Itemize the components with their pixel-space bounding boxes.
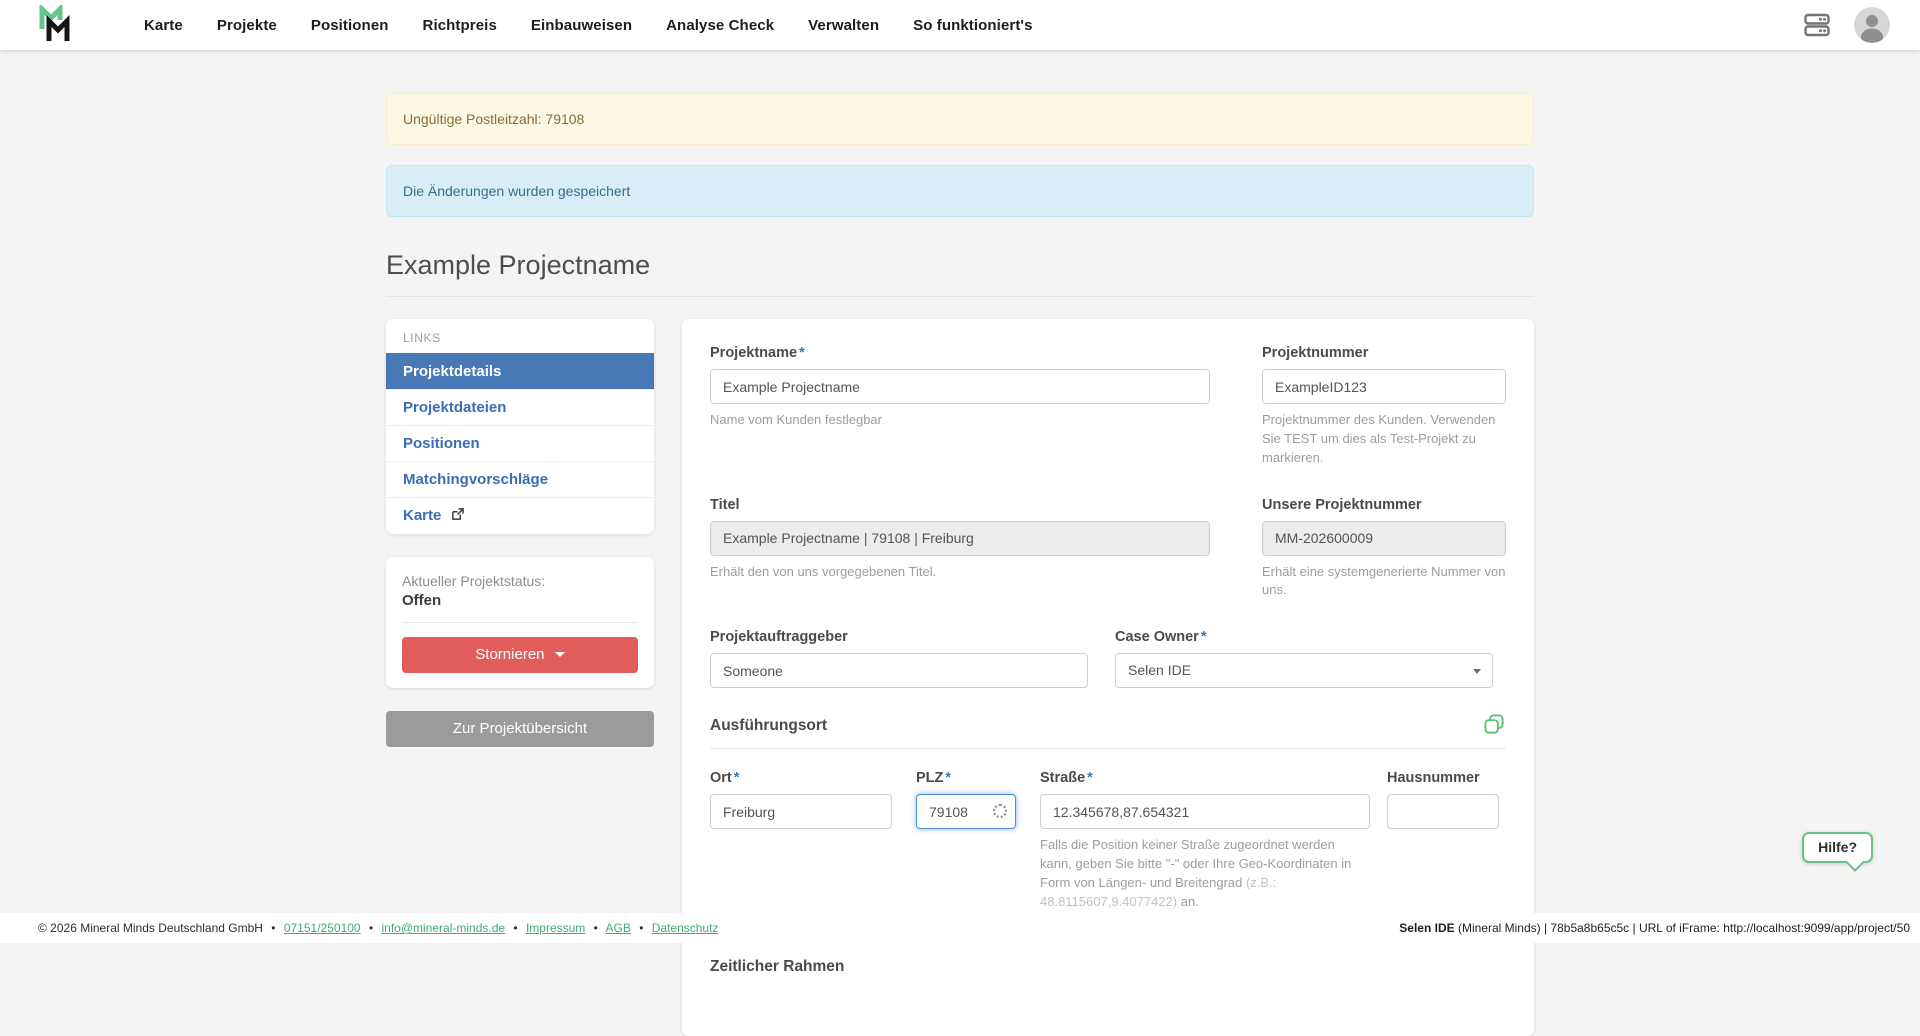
external-link-icon — [451, 508, 464, 525]
case-owner-label: Case Owner* — [1115, 629, 1493, 645]
titel-help: Erhält den von uns vorgegebenen Titel. — [710, 563, 1210, 582]
server-icon[interactable] — [1804, 13, 1830, 37]
info-alert: Die Änderungen wurden gespeichert — [386, 165, 1534, 217]
footer-separator: • — [369, 921, 373, 935]
strasse-label: Straße* — [1040, 770, 1370, 786]
copy-icon[interactable] — [1483, 713, 1506, 741]
sidebar-item-positionen[interactable]: Positionen — [386, 425, 654, 461]
footer-separator: • — [639, 921, 643, 935]
zur-projektuebersicht-button[interactable]: Zur Projektübersicht — [386, 711, 654, 747]
main-nav: Karte Projekte Positionen Richtpreis Ein… — [144, 17, 1033, 34]
projektnummer-input[interactable] — [1262, 369, 1506, 404]
case-owner-select[interactable]: Selen IDE — [1115, 653, 1493, 688]
strasse-help-main: Falls die Position keiner Straße zugeord… — [1040, 837, 1351, 890]
case-owner-selected-value: Selen IDE — [1128, 662, 1191, 678]
footer: © 2026 Mineral Minds Deutschland GmbH • … — [0, 913, 1920, 943]
footer-separator: • — [513, 921, 517, 935]
projektnummer-help: Projektnummer des Kunden. Verwenden Sie … — [1262, 411, 1506, 468]
ort-label-text: Ort — [710, 770, 732, 786]
footer-session-details: (Mineral Minds) | 78b5a8b65c5c | URL of … — [1455, 921, 1910, 935]
status-label: Aktueller Projektstatus: — [402, 573, 638, 589]
projektnummer-label: Projektnummer — [1262, 345, 1506, 361]
projektname-label-text: Projektname — [710, 345, 797, 361]
status-value: Offen — [402, 592, 638, 609]
ausfuehrungsort-section-heading: Ausführungsort — [710, 717, 1506, 749]
info-alert-text: Die Änderungen wurden gespeichert — [403, 183, 630, 199]
sidebar-item-projektdetails[interactable]: Projektdetails — [386, 353, 654, 389]
plz-label: PLZ* — [916, 770, 1016, 786]
nav-item-karte[interactable]: Karte — [144, 17, 183, 34]
ort-label: Ort* — [710, 770, 892, 786]
required-marker: * — [799, 345, 805, 361]
sidebar-item-karte[interactable]: Karte — [386, 497, 654, 534]
links-panel-header: LINKS — [386, 319, 654, 353]
footer-session-info: Selen IDE (Mineral Minds) | 78b5a8b65c5c… — [1399, 921, 1910, 935]
footer-left: © 2026 Mineral Minds Deutschland GmbH • … — [38, 921, 718, 935]
required-marker: * — [734, 770, 740, 786]
stornieren-button-label: Stornieren — [475, 646, 544, 663]
plz-label-text: PLZ — [916, 770, 943, 786]
page-container: Ungültige Postleitzahl: 79108 Die Änderu… — [386, 50, 1534, 1036]
projektauftraggeber-label: Projektauftraggeber — [710, 629, 1088, 645]
titel-label: Titel — [710, 497, 1210, 513]
projektname-label: Projektname* — [710, 345, 1210, 361]
navbar-right — [1804, 7, 1890, 43]
mineral-minds-logo-icon[interactable] — [36, 5, 76, 45]
status-divider — [402, 622, 638, 623]
warning-alert: Ungültige Postleitzahl: 79108 — [386, 93, 1534, 145]
footer-impressum-link[interactable]: Impressum — [526, 921, 585, 935]
projektname-input[interactable] — [710, 369, 1210, 404]
stornieren-button[interactable]: Stornieren — [402, 637, 638, 673]
hausnummer-input[interactable] — [1387, 794, 1499, 829]
strasse-input[interactable] — [1040, 794, 1370, 829]
footer-datenschutz-link[interactable]: Datenschutz — [652, 921, 719, 935]
projektauftraggeber-input[interactable] — [710, 653, 1088, 688]
footer-user-name: Selen IDE — [1399, 921, 1454, 935]
strasse-label-text: Straße — [1040, 770, 1085, 786]
unsere-projektnummer-label: Unsere Projektnummer — [1262, 497, 1506, 513]
sidebar-item-projektdateien[interactable]: Projektdateien — [386, 389, 654, 425]
nav-item-so-funktionierts[interactable]: So funktioniert's — [913, 17, 1032, 34]
nav-item-einbauweisen[interactable]: Einbauweisen — [531, 17, 632, 34]
nav-item-projekte[interactable]: Projekte — [217, 17, 277, 34]
case-owner-label-text: Case Owner — [1115, 629, 1199, 645]
status-panel: Aktueller Projektstatus: Offen Storniere… — [386, 557, 654, 688]
nav-item-richtpreis[interactable]: Richtpreis — [423, 17, 497, 34]
projektname-help: Name vom Kunden festlegbar — [710, 411, 1210, 430]
required-marker: * — [1087, 770, 1093, 786]
strasse-help: Falls die Position keiner Straße zugeord… — [1040, 836, 1370, 911]
footer-email-link[interactable]: info@mineral-minds.de — [381, 921, 505, 935]
footer-separator: • — [271, 921, 275, 935]
required-marker: * — [945, 770, 951, 786]
required-marker: * — [1201, 629, 1207, 645]
user-avatar-icon[interactable] — [1854, 7, 1890, 43]
strasse-help-suffix: an. — [1177, 894, 1199, 909]
page-title: Example Projectname — [386, 250, 1534, 297]
ort-input[interactable] — [710, 794, 892, 829]
hilfe-button[interactable]: Hilfe? — [1802, 832, 1873, 863]
warning-alert-text: Ungültige Postleitzahl: 79108 — [403, 111, 584, 127]
sidebar: LINKS Projektdetails Projektdateien Posi… — [386, 319, 654, 747]
links-panel: LINKS Projektdetails Projektdateien Posi… — [386, 319, 654, 534]
footer-agb-link[interactable]: AGB — [606, 921, 631, 935]
footer-phone-link[interactable]: 07151/250100 — [284, 921, 361, 935]
top-navbar: Karte Projekte Positionen Richtpreis Ein… — [0, 0, 1920, 50]
sidebar-item-karte-label: Karte — [403, 507, 441, 524]
titel-input — [710, 521, 1210, 556]
sidebar-item-matchingvorschlaege[interactable]: Matchingvorschläge — [386, 461, 654, 497]
unsere-projektnummer-help: Erhält eine systemgenerierte Nummer von … — [1262, 563, 1506, 601]
unsere-projektnummer-input — [1262, 521, 1506, 556]
hausnummer-label: Hausnummer — [1387, 770, 1499, 786]
nav-item-analyse-check[interactable]: Analyse Check — [666, 17, 774, 34]
zeitlicher-rahmen-section-heading: Zeitlicher Rahmen — [710, 958, 1506, 976]
ausfuehrungsort-heading-text: Ausführungsort — [710, 717, 827, 734]
footer-copyright: © 2026 Mineral Minds Deutschland GmbH — [38, 921, 263, 935]
nav-item-positionen[interactable]: Positionen — [311, 17, 389, 34]
footer-separator: • — [594, 921, 598, 935]
nav-item-verwalten[interactable]: Verwalten — [808, 17, 879, 34]
caret-down-icon — [555, 652, 565, 657]
